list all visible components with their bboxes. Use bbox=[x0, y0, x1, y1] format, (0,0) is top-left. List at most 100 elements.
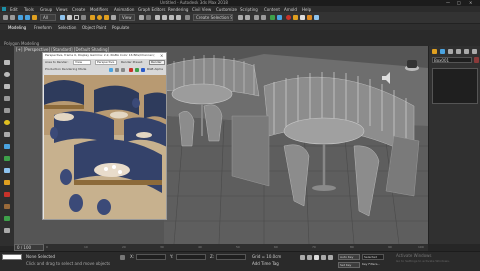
maxscript-listener[interactable] bbox=[2, 254, 22, 260]
render-window-close[interactable]: × bbox=[160, 53, 166, 58]
create-shape-icon[interactable] bbox=[4, 108, 10, 113]
go-to-start-icon[interactable] bbox=[300, 255, 305, 260]
percent-snap-icon[interactable] bbox=[169, 15, 174, 20]
window-crossing-icon[interactable] bbox=[81, 15, 86, 20]
prompt-line: Click and drag to select and move object… bbox=[26, 261, 111, 266]
render-production-icon[interactable] bbox=[307, 15, 312, 20]
scene-explorer-icon[interactable] bbox=[254, 15, 259, 20]
x-coordinate-field[interactable] bbox=[136, 254, 166, 260]
minimize-button[interactable]: — bbox=[446, 0, 454, 5]
selected-dropdown[interactable]: Selected bbox=[362, 254, 384, 260]
place-icon[interactable] bbox=[111, 15, 116, 20]
keyboard-shortcut-icon[interactable] bbox=[146, 15, 151, 20]
key-filters-button[interactable]: Key Filters... bbox=[362, 262, 392, 267]
viewcube-top bbox=[407, 60, 417, 68]
previous-frame-icon[interactable] bbox=[307, 255, 312, 260]
object-name-field[interactable]: Box001 bbox=[432, 57, 472, 63]
schematic-view-icon[interactable] bbox=[277, 15, 282, 20]
timeline[interactable]: 0 / 100 0 10 20 30 40 50 60 70 80 90 100 bbox=[14, 244, 428, 251]
utilities-tab-icon[interactable] bbox=[472, 49, 477, 54]
create-foliage-icon[interactable] bbox=[4, 216, 10, 221]
create-box-icon[interactable] bbox=[4, 60, 10, 65]
maximize-button[interactable]: □ bbox=[457, 0, 465, 5]
blue-channel-icon[interactable] bbox=[141, 68, 145, 72]
create-door-icon[interactable] bbox=[4, 228, 10, 233]
tick-90: 90 bbox=[388, 245, 392, 249]
layer-explorer-icon[interactable] bbox=[261, 15, 266, 20]
modify-tab-icon[interactable] bbox=[440, 49, 445, 54]
play-icon[interactable] bbox=[314, 255, 319, 260]
create-helper-icon[interactable] bbox=[4, 144, 10, 149]
front-table-base bbox=[312, 185, 336, 191]
rotate-icon[interactable] bbox=[97, 15, 102, 20]
object-color-swatch[interactable] bbox=[474, 57, 479, 63]
create-sphere-icon[interactable] bbox=[4, 72, 10, 77]
time-slider[interactable]: 0 / 100 bbox=[14, 244, 44, 251]
z-coordinate-field[interactable] bbox=[216, 254, 246, 260]
render-wood-panel-2 bbox=[74, 180, 162, 185]
viewport-dropdown[interactable]: Perspective bbox=[95, 60, 117, 65]
select-object-icon[interactable] bbox=[60, 15, 65, 20]
copy-image-icon[interactable] bbox=[115, 68, 119, 72]
render-setup-icon[interactable] bbox=[293, 15, 298, 20]
save-image-icon[interactable] bbox=[109, 68, 113, 72]
redo-icon[interactable] bbox=[10, 15, 15, 20]
green-channel-icon[interactable] bbox=[135, 68, 139, 72]
add-time-tag[interactable]: Add Time Tag bbox=[252, 261, 292, 266]
create-plane-icon[interactable] bbox=[4, 96, 10, 101]
material-editor-icon[interactable] bbox=[286, 15, 291, 20]
app-icon[interactable] bbox=[2, 7, 6, 11]
link-icon[interactable] bbox=[18, 15, 23, 20]
bind-space-warp-icon[interactable] bbox=[32, 15, 37, 20]
snaps-toggle-icon[interactable] bbox=[155, 15, 160, 20]
render-button-label: Render bbox=[151, 60, 162, 64]
y-coordinate-field[interactable] bbox=[176, 254, 206, 260]
close-button[interactable]: × bbox=[469, 0, 477, 5]
rectangular-selection-icon[interactable] bbox=[74, 15, 79, 20]
selection-filter-dropdown[interactable]: All bbox=[40, 14, 56, 21]
left-toolbar bbox=[0, 46, 14, 246]
scale-icon[interactable] bbox=[104, 15, 109, 20]
display-tab-icon[interactable] bbox=[464, 49, 469, 54]
hierarchy-tab-icon[interactable] bbox=[448, 49, 453, 54]
reference-coordinate-dropdown[interactable]: View bbox=[119, 14, 135, 21]
selection-lock-icon[interactable] bbox=[120, 255, 125, 260]
create-terrain-icon[interactable] bbox=[4, 204, 10, 209]
next-frame-icon[interactable] bbox=[321, 255, 326, 260]
render-button[interactable]: Render bbox=[149, 60, 165, 65]
align-icon[interactable] bbox=[245, 15, 250, 20]
create-spacewarp-icon[interactable] bbox=[4, 156, 10, 161]
go-to-end-icon[interactable] bbox=[328, 255, 333, 260]
motion-tab-icon[interactable] bbox=[456, 49, 461, 54]
create-system-icon[interactable] bbox=[4, 168, 10, 173]
create-compound-icon[interactable] bbox=[4, 192, 10, 197]
create-cylinder-icon[interactable] bbox=[4, 84, 10, 89]
render-in-cloud-icon[interactable] bbox=[314, 15, 319, 20]
undo-icon[interactable] bbox=[3, 15, 8, 20]
rendered-frame-window-icon[interactable] bbox=[300, 15, 305, 20]
red-channel-icon[interactable] bbox=[129, 68, 133, 72]
edit-named-selection-icon[interactable] bbox=[185, 15, 190, 20]
select-by-name-icon[interactable] bbox=[67, 15, 72, 20]
named-selection-dropdown[interactable]: Create Selection Set bbox=[193, 14, 233, 21]
auto-key-button[interactable]: Auto Key bbox=[338, 254, 360, 260]
create-camera-icon[interactable] bbox=[4, 132, 10, 137]
create-tab-icon[interactable] bbox=[432, 49, 437, 54]
clone-window-icon[interactable] bbox=[121, 68, 125, 72]
tick-70: 70 bbox=[312, 245, 316, 249]
curve-editor-icon[interactable] bbox=[270, 15, 275, 20]
command-panel: Box001 bbox=[428, 46, 480, 244]
unlink-icon[interactable] bbox=[25, 15, 30, 20]
channel-display[interactable]: RGB Alpha bbox=[147, 67, 166, 72]
move-icon[interactable] bbox=[90, 15, 95, 20]
create-particle-icon[interactable] bbox=[4, 180, 10, 185]
modifier-stack[interactable] bbox=[432, 68, 478, 104]
pivot-icon[interactable] bbox=[139, 15, 144, 20]
set-key-button[interactable]: Set Key bbox=[338, 262, 360, 268]
create-light-icon[interactable] bbox=[4, 120, 10, 125]
render-frame-window[interactable]: Perspective, frame 0, Display Gamma: 2.2… bbox=[42, 52, 167, 220]
spinner-snap-icon[interactable] bbox=[176, 15, 181, 20]
angle-snap-icon[interactable] bbox=[162, 15, 167, 20]
area-to-render-dropdown[interactable]: View bbox=[73, 60, 91, 65]
mirror-icon[interactable] bbox=[238, 15, 243, 20]
